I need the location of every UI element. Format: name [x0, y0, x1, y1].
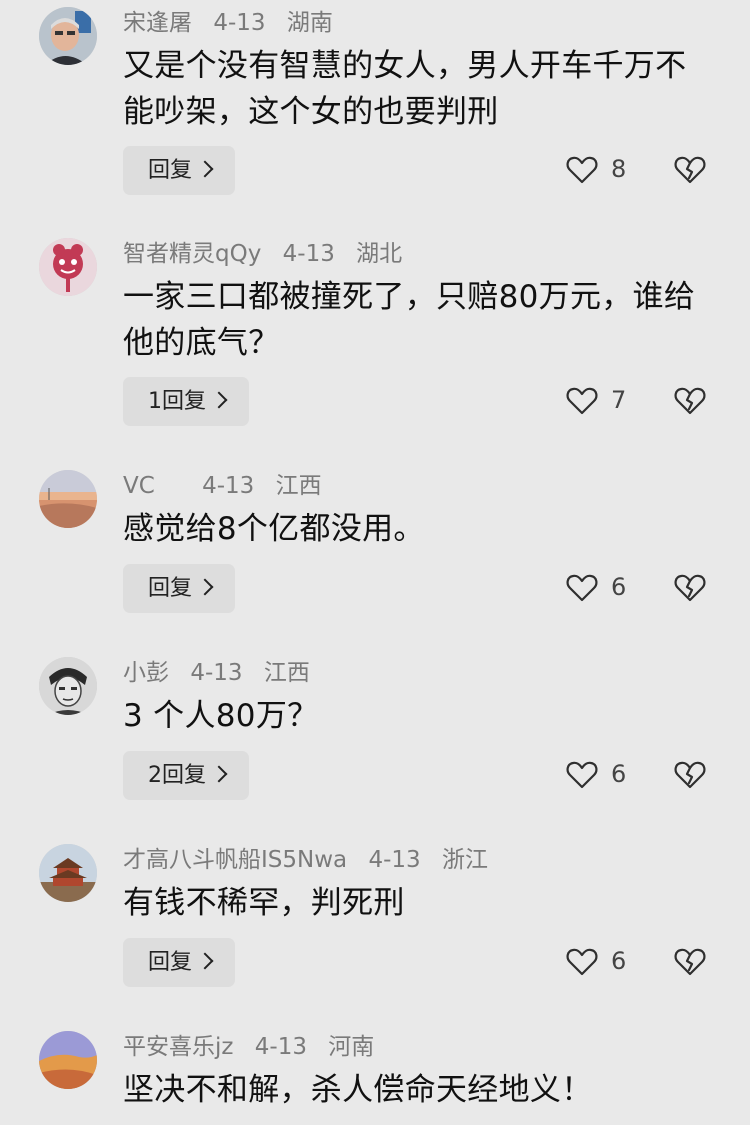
comment-actions: 7: [566, 377, 716, 426]
reply-button-label: 回复: [148, 158, 193, 183]
palace-tower-avatar-icon: [39, 844, 97, 902]
desert-landscape-avatar-icon: [39, 1031, 97, 1089]
comment-region: 浙江: [441, 847, 488, 873]
heart-icon[interactable]: [566, 947, 598, 977]
comment-actions: 6: [566, 938, 716, 987]
comment-item: VC 4-13 江西 感觉给8个亿都没用。 回复 6: [0, 463, 750, 650]
like-count: 7: [611, 386, 627, 414]
comment-text: 一家三口都被撞死了，只赔80万元，谁给他的底气？: [123, 279, 696, 361]
comment-meta: 平安喜乐jz 4-13 河南: [123, 1032, 388, 1062]
sunset-beach-avatar-icon: [39, 470, 97, 528]
comment-date: 4-13: [282, 241, 335, 267]
comment-actions: 6: [566, 564, 716, 613]
heart-icon[interactable]: [566, 386, 598, 416]
reply-button[interactable]: 回复: [123, 938, 236, 987]
comment-text: 有钱不稀罕，判死刑: [123, 885, 405, 921]
sketch-portrait-avatar-icon: [39, 657, 97, 715]
comment-region: 河南: [328, 1034, 375, 1060]
comment-date: 4-13: [368, 847, 421, 873]
avatar[interactable]: [39, 470, 97, 528]
broken-heart-icon[interactable]: [674, 386, 706, 416]
reply-button-label: 2回复: [148, 763, 206, 788]
username[interactable]: 平安喜乐jz: [123, 1034, 233, 1060]
comment-item: 平安喜乐jz 4-13 河南 坚决不和解，杀人偿命天经地义！: [0, 1024, 750, 1125]
heart-icon[interactable]: [566, 155, 598, 185]
reply-button[interactable]: 1回复: [123, 377, 249, 426]
comment-region: 湖南: [286, 10, 333, 36]
comment-item: 小彭 4-13 江西 3 个人80万？ 2回复 6: [0, 650, 750, 837]
chevron-right-icon: [196, 160, 214, 178]
heart-icon[interactable]: [566, 573, 598, 603]
broken-heart-icon[interactable]: [674, 760, 706, 790]
reply-button[interactable]: 2回复: [123, 751, 249, 800]
reply-button-label: 1回复: [148, 389, 206, 414]
avatar[interactable]: [39, 1031, 97, 1089]
username[interactable]: 宋逢屠: [123, 10, 192, 36]
comment-text: 坚决不和解，杀人偿命天经地义！: [123, 1072, 593, 1108]
comment-date: 4-13: [213, 10, 266, 36]
comment-date: 4-13: [254, 1034, 307, 1060]
username[interactable]: 智者精灵qQy: [123, 241, 261, 267]
reply-button-label: 回复: [148, 576, 193, 601]
heart-icon[interactable]: [566, 760, 598, 790]
username[interactable]: VC: [123, 473, 155, 499]
comment-text: 3 个人80万？: [123, 698, 319, 734]
avatar[interactable]: [39, 657, 97, 715]
like-count: 6: [611, 947, 627, 975]
comment-actions: 8: [566, 146, 716, 195]
comment-item: 才高八斗帆船IS5Nwa 4-13 浙江 有钱不稀罕，判死刑 回复 6: [0, 837, 750, 1024]
username[interactable]: 小彭: [123, 660, 169, 686]
man-portrait-avatar-icon: [39, 7, 97, 65]
avatar[interactable]: [39, 238, 97, 296]
comment-meta: 小彭 4-13 江西: [123, 658, 324, 688]
avatar[interactable]: [39, 844, 97, 902]
comment-date: 4-13: [190, 660, 243, 686]
chevron-right-icon: [210, 765, 228, 783]
comment-list: 宋逢屠 4-13 湖南 又是个没有智慧的女人，男人开车千万不能吵架，这个女的也要…: [0, 0, 750, 1125]
avatar[interactable]: [39, 7, 97, 65]
comment-actions: 6: [566, 751, 716, 800]
broken-heart-icon[interactable]: [674, 155, 706, 185]
comment-item: 宋逢屠 4-13 湖南 又是个没有智慧的女人，男人开车千万不能吵架，这个女的也要…: [0, 0, 750, 195]
like-count: 6: [611, 573, 627, 601]
comment-region: 江西: [275, 473, 322, 499]
comment-region: 湖北: [356, 241, 403, 267]
comment-meta: VC 4-13 江西: [123, 471, 336, 501]
broken-heart-icon[interactable]: [674, 573, 706, 603]
broken-heart-icon[interactable]: [674, 947, 706, 977]
chevron-right-icon: [210, 391, 228, 409]
cartoon-creature-avatar-icon: [39, 238, 97, 296]
comment-text: 又是个没有智慧的女人，男人开车千万不能吵架，这个女的也要判刑: [123, 48, 687, 130]
comment-date: 4-13: [202, 473, 255, 499]
chevron-right-icon: [196, 578, 214, 596]
comment-item: 智者精灵qQy 4-13 湖北 一家三口都被撞死了，只赔80万元，谁给他的底气？…: [0, 231, 750, 426]
comment-meta: 宋逢屠 4-13 湖南: [123, 8, 347, 38]
comment-text: 感觉给8个亿都没用。: [123, 511, 425, 547]
comment-meta: 智者精灵qQy 4-13 湖北: [123, 239, 416, 269]
like-count: 8: [611, 155, 627, 183]
like-count: 6: [611, 760, 627, 788]
comment-region: 江西: [263, 660, 310, 686]
reply-button[interactable]: 回复: [123, 564, 236, 613]
reply-button[interactable]: 回复: [123, 146, 236, 195]
username[interactable]: 才高八斗帆船IS5Nwa: [123, 847, 347, 873]
reply-button-label: 回复: [148, 950, 193, 975]
comment-meta: 才高八斗帆船IS5Nwa 4-13 浙江: [123, 845, 502, 875]
chevron-right-icon: [196, 952, 214, 970]
